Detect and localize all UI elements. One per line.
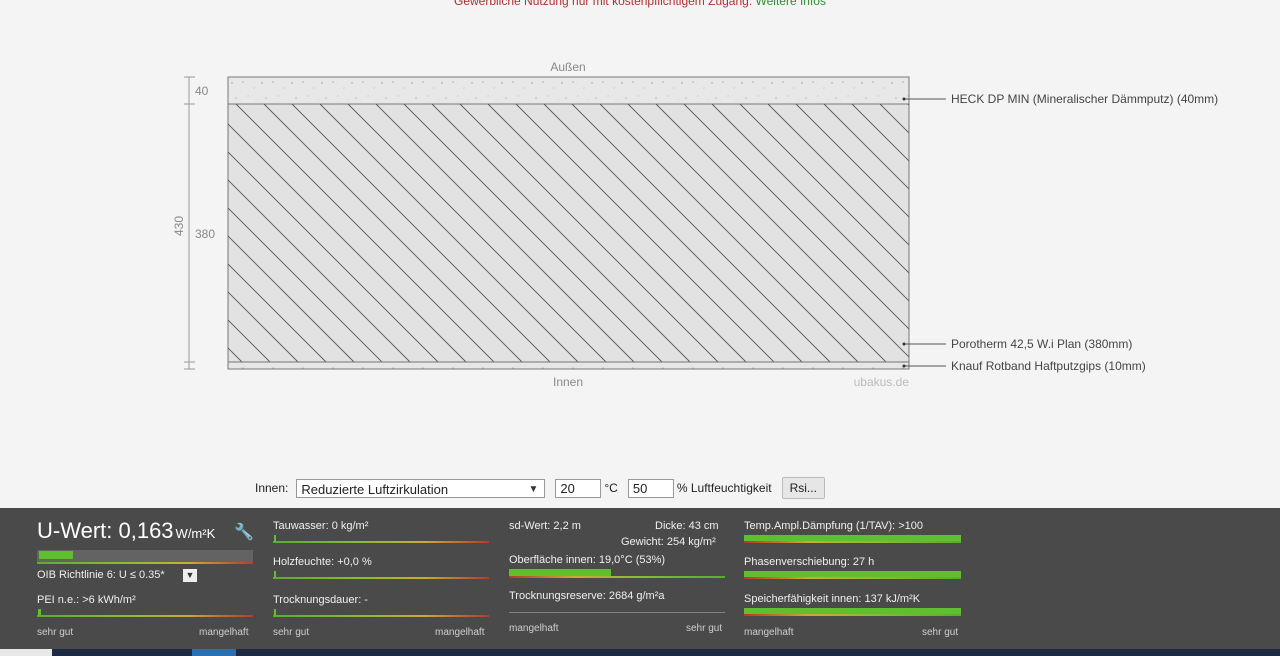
layer-label-knauf: Knauf Rotband Haftputzgips (10mm) — [951, 359, 1146, 373]
wrench-icon[interactable]: 🔧 — [234, 522, 254, 542]
layer-label-porotherm: Porotherm 42,5 W.i Plan (380mm) — [951, 337, 1132, 351]
humidity-unit: % Luftfeuchtigkeit — [676, 481, 772, 495]
phase-shift-value: Phasenverschiebung: 27 h — [744, 556, 875, 568]
u-value: U-Wert: 0,163 W/m²K — [37, 518, 216, 543]
heat-storage-bar — [744, 614, 961, 616]
layer2-thickness-label: 380 — [195, 227, 215, 241]
oib-dropdown-button[interactable]: ▼ — [183, 569, 197, 582]
drying-reserve-value: Trocknungsreserve: 2684 g/m²a — [509, 590, 665, 602]
heat-storage-value: Speicherfähigkeit innen: 137 kJ/m²K — [744, 593, 921, 605]
outside-label: Außen — [550, 60, 585, 74]
condensate-bar — [273, 541, 489, 543]
u-value-bar-fill — [39, 551, 73, 559]
watermark: ubakus.de — [854, 375, 910, 389]
tav-value: Temp.Ampl.Dämpfung (1/TAV): >100 — [744, 520, 924, 532]
surface-temp-bar — [509, 576, 725, 578]
tav-bar — [744, 541, 961, 543]
sd-value: sd-Wert: 2,2 m — [509, 520, 581, 532]
temperature-unit: °C — [604, 481, 618, 495]
surface-temp-value: Oberfläche innen: 19,0°C (53%) — [509, 554, 666, 566]
thickness-value: Dicke: 43 cm — [655, 520, 719, 532]
layer1-thickness-label: 40 — [195, 84, 209, 98]
condensate-value: Tauwasser: 0 kg/m² — [273, 520, 369, 532]
humidity-input[interactable]: 50 — [627, 478, 674, 498]
pei-value: PEI n.e.: >6 kWh/m² — [37, 594, 136, 606]
inside-climate-label: Innen: — [255, 481, 289, 495]
chevron-down-icon: ▼ — [528, 483, 539, 495]
wall-cross-section-diagram: 430 40 380 Außen Innen ubakus.de HECK DP… — [172, 60, 1218, 389]
drying-time-bar — [273, 615, 489, 617]
drying-time-value: Trocknungsdauer: - — [273, 594, 368, 606]
temperature-input[interactable]: 20 — [555, 478, 602, 498]
rsi-button[interactable]: Rsi... — [781, 477, 825, 499]
taskbar — [0, 649, 1280, 656]
oib-requirement: OIB Richtlinie 6: U ≤ 0.35* — [37, 569, 165, 581]
weight-value: Gewicht: 254 kg/m² — [621, 536, 716, 548]
wood-moisture-bar — [273, 577, 489, 579]
inside-label: Innen — [553, 375, 583, 389]
drying-reserve-bar — [509, 612, 725, 613]
layer-label-heck: HECK DP MIN (Mineralischer Dämmputz) (40… — [951, 92, 1218, 106]
results-panel: U-Wert: 0,163 W/m²K 🔧 OIB Richtlinie 6: U… — [0, 508, 1280, 649]
total-thickness-label: 430 — [172, 216, 186, 236]
phase-shift-bar — [744, 577, 961, 579]
pei-bar — [37, 615, 253, 617]
surface-temp-bar-fill — [509, 569, 611, 576]
climate-select[interactable]: Reduzierte Luftzirkulation ▼ — [296, 478, 546, 498]
climate-controls: Innen: Reduzierte Luftzirkulation ▼ 20 °… — [255, 477, 825, 499]
wood-moisture-value: Holzfeuchte: +0,0 % — [273, 556, 372, 568]
